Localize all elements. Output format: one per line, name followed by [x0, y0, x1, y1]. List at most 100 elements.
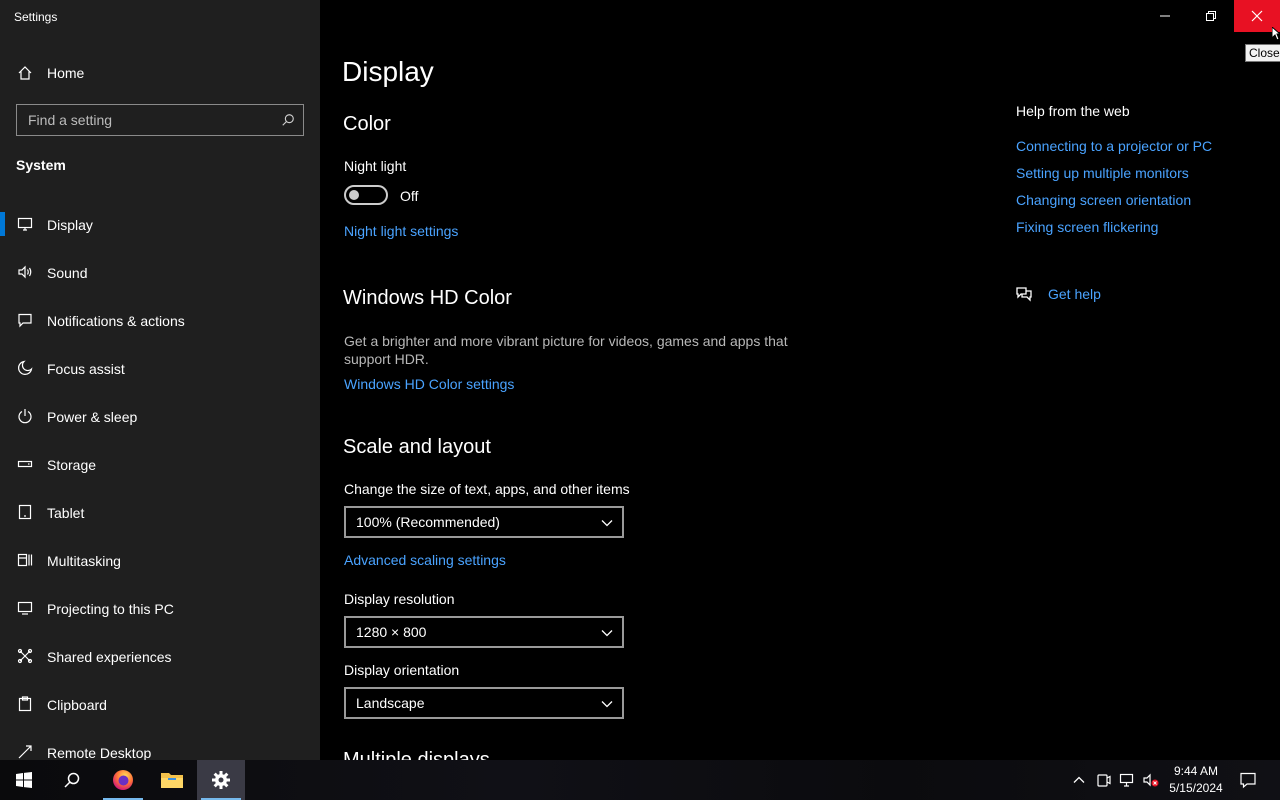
night-light-label: Night light	[344, 158, 407, 174]
search-input[interactable]	[17, 105, 303, 135]
help-link-projector[interactable]: Connecting to a projector or PC	[1016, 138, 1212, 154]
scale-value: 100% (Recommended)	[356, 514, 500, 530]
sidebar-item-label: Tablet	[47, 505, 85, 521]
sidebar-item-power-sleep[interactable]: Power & sleep	[0, 392, 320, 440]
scale-dropdown[interactable]: 100% (Recommended)	[344, 506, 624, 538]
help-heading: Help from the web	[1016, 103, 1130, 119]
advanced-scaling-link[interactable]: Advanced scaling settings	[344, 552, 506, 568]
file-explorer-icon	[161, 773, 183, 788]
sidebar-item-label: Clipboard	[47, 697, 107, 713]
restore-button[interactable]	[1188, 0, 1234, 32]
settings-icon	[212, 771, 230, 789]
mouse-cursor-icon	[1272, 27, 1280, 41]
night-light-settings-link[interactable]: Night light settings	[344, 223, 458, 239]
help-link-screen-orientation[interactable]: Changing screen orientation	[1016, 192, 1191, 208]
window-title: Settings	[14, 10, 58, 24]
tablet-icon	[16, 503, 34, 521]
sidebar-item-sound[interactable]: Sound	[0, 248, 320, 296]
volume-muted-icon[interactable]	[1143, 772, 1159, 788]
sidebar: Settings Home System Display Sound Notif…	[0, 0, 320, 760]
scale-layout-heading: Scale and layout	[343, 436, 491, 458]
clock-date: 5/15/2024	[1169, 781, 1223, 795]
home-nav-item[interactable]: Home	[0, 56, 320, 90]
clipboard-icon	[16, 695, 34, 713]
hd-color-description: Get a brighter and more vibrant picture …	[344, 333, 788, 367]
resolution-value: 1280 × 800	[356, 624, 427, 640]
start-icon	[16, 772, 32, 788]
hd-color-heading: Windows HD Color	[343, 287, 512, 309]
meet-now-icon[interactable]	[1095, 772, 1111, 788]
multiple-displays-heading: Multiple displays	[343, 749, 490, 760]
help-link-screen-flickering[interactable]: Fixing screen flickering	[1016, 219, 1158, 235]
taskbar: 9:44 AM 5/15/2024	[0, 760, 1280, 800]
taskbar-settings[interactable]	[197, 760, 245, 800]
sidebar-item-storage[interactable]: Storage	[0, 440, 320, 488]
orientation-label: Display orientation	[344, 662, 460, 678]
sidebar-item-label: Notifications & actions	[47, 313, 185, 329]
speaker-icon	[16, 263, 34, 281]
sidebar-item-label: Focus assist	[47, 361, 125, 377]
search-box[interactable]	[16, 104, 304, 136]
get-help-link[interactable]: Get help	[1048, 286, 1101, 302]
chevron-down-icon	[601, 630, 613, 637]
resolution-dropdown[interactable]: 1280 × 800	[344, 616, 624, 648]
sidebar-item-label: Multitasking	[47, 553, 121, 569]
chevron-up-icon[interactable]	[1071, 772, 1087, 788]
sidebar-item-label: Shared experiences	[47, 649, 172, 665]
sidebar-item-label: Storage	[47, 457, 97, 473]
notification-icon	[16, 311, 34, 329]
sidebar-item-multitasking[interactable]: Multitasking	[0, 536, 320, 584]
firefox-icon	[113, 770, 133, 790]
close-icon	[1251, 10, 1263, 22]
resolution-label: Display resolution	[344, 591, 455, 607]
sidebar-item-clipboard[interactable]: Clipboard	[0, 680, 320, 728]
help-link-multiple-monitors[interactable]: Setting up multiple monitors	[1016, 165, 1189, 181]
start-button[interactable]	[0, 760, 48, 800]
action-center-icon[interactable]	[1239, 771, 1257, 789]
sidebar-item-label: Display	[47, 217, 93, 233]
sidebar-item-display[interactable]: Display	[0, 200, 320, 248]
sidebar-item-label: Remote Desktop	[47, 745, 152, 760]
night-light-state: Off	[400, 188, 419, 204]
multitasking-icon	[16, 551, 34, 569]
remote-desktop-icon	[16, 743, 34, 760]
sidebar-item-notifications[interactable]: Notifications & actions	[0, 296, 320, 344]
toggle-knob	[349, 190, 359, 200]
sidebar-item-label: Sound	[47, 265, 88, 281]
sidebar-item-tablet[interactable]: Tablet	[0, 488, 320, 536]
sidebar-item-label: Projecting to this PC	[47, 601, 174, 617]
sidebar-item-shared-experiences[interactable]: Shared experiences	[0, 632, 320, 680]
search-icon[interactable]	[281, 113, 295, 127]
moon-icon	[16, 359, 34, 377]
night-light-toggle[interactable]	[344, 185, 388, 205]
taskbar-firefox[interactable]	[99, 760, 147, 800]
taskbar-search-button[interactable]	[48, 760, 96, 800]
power-icon	[16, 407, 34, 425]
section-heading-system: System	[16, 157, 66, 173]
restore-icon	[1206, 11, 1216, 21]
size-label: Change the size of text, apps, and other…	[344, 481, 630, 497]
sidebar-item-label: Power & sleep	[47, 409, 138, 425]
taskbar-clock[interactable]: 9:44 AM 5/15/2024	[1162, 763, 1230, 797]
minimize-icon	[1160, 15, 1170, 17]
chevron-down-icon	[601, 520, 613, 527]
chat-help-icon	[1016, 287, 1032, 302]
main-content: Display Color Night light Off Night ligh…	[320, 0, 1280, 760]
sidebar-item-focus-assist[interactable]: Focus assist	[0, 344, 320, 392]
hd-color-settings-link[interactable]: Windows HD Color settings	[344, 376, 514, 392]
sidebar-item-remote-desktop[interactable]: Remote Desktop	[0, 728, 320, 760]
shared-experiences-icon	[16, 647, 34, 665]
orientation-value: Landscape	[356, 695, 425, 711]
close-tooltip: Close	[1245, 44, 1280, 62]
network-icon[interactable]	[1119, 772, 1135, 788]
home-label: Home	[47, 65, 85, 81]
sidebar-item-projecting[interactable]: Projecting to this PC	[0, 584, 320, 632]
storage-icon	[16, 455, 34, 473]
search-icon	[64, 772, 80, 788]
taskbar-file-explorer[interactable]	[148, 760, 196, 800]
home-icon	[16, 64, 34, 82]
orientation-dropdown[interactable]: Landscape	[344, 687, 624, 719]
projecting-icon	[16, 599, 34, 617]
color-heading: Color	[343, 113, 391, 135]
minimize-button[interactable]	[1142, 0, 1188, 32]
